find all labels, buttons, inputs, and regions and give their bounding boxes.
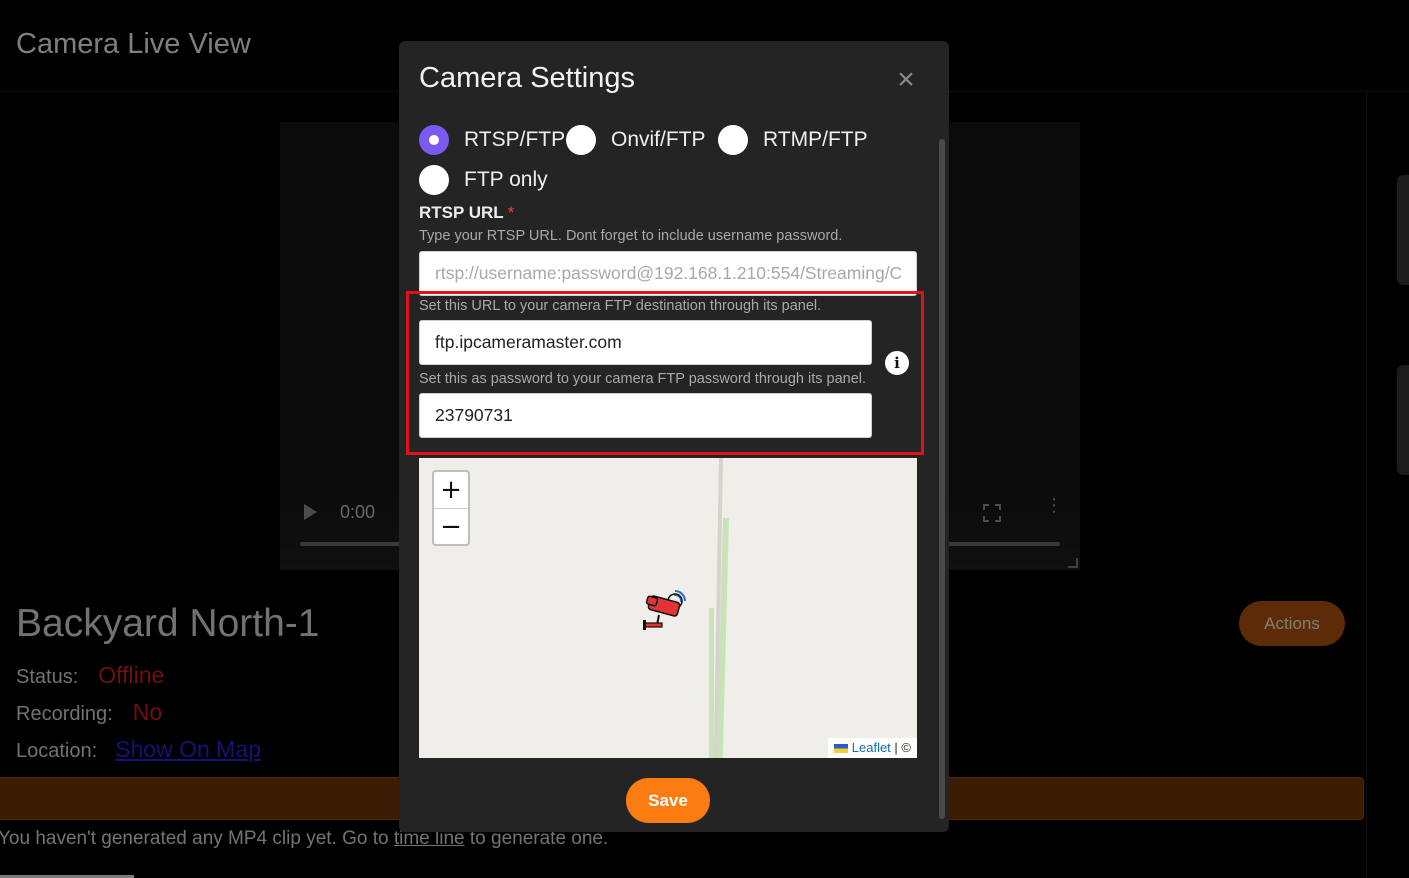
- close-icon[interactable]: ×: [892, 65, 920, 95]
- radio-label: Onvif/FTP: [611, 128, 706, 151]
- map-vegetation: [709, 608, 714, 758]
- camera-marker-icon[interactable]: [641, 585, 691, 633]
- zoom-control: + −: [432, 470, 470, 546]
- radio-onvif-ftp[interactable]: Onvif/FTP: [566, 125, 706, 155]
- required-mark: *: [507, 203, 515, 222]
- zoom-in-button[interactable]: +: [434, 472, 468, 508]
- radio-button[interactable]: [419, 125, 449, 155]
- radio-button[interactable]: [566, 125, 596, 155]
- attribution-text: | ©: [890, 740, 911, 755]
- modal-title: Camera Settings: [419, 62, 635, 94]
- radio-button[interactable]: [718, 125, 748, 155]
- radio-ftp-only[interactable]: FTP only: [419, 165, 548, 195]
- radio-button[interactable]: [419, 165, 449, 195]
- radio-rtsp-ftp[interactable]: RTSP/FTP: [419, 125, 565, 155]
- highlight-box: [406, 291, 924, 455]
- modal-scrollbar[interactable]: [939, 139, 945, 819]
- rtsp-url-label: RTSP URL *: [419, 203, 514, 223]
- radio-label: FTP only: [464, 168, 548, 191]
- radio-label: RTSP/FTP: [464, 128, 566, 151]
- rtsp-url-help: Type your RTSP URL. Dont forget to inclu…: [419, 228, 843, 244]
- radio-label: RTMP/FTP: [763, 128, 868, 151]
- zoom-out-button[interactable]: −: [434, 508, 468, 545]
- save-button[interactable]: Save: [626, 778, 710, 823]
- camera-settings-modal: Camera Settings × RTSP/FTP Onvif/FTP RTM…: [399, 41, 949, 832]
- rtsp-url-label-text: RTSP URL: [419, 203, 504, 222]
- radio-rtmp-ftp[interactable]: RTMP/FTP: [718, 125, 868, 155]
- map-attribution: Leaflet | ©: [827, 738, 917, 758]
- rtsp-url-input[interactable]: [419, 251, 917, 296]
- flag-icon: [833, 744, 848, 753]
- leaflet-link[interactable]: Leaflet: [852, 740, 891, 755]
- map-view[interactable]: + − Leaflet | ©: [419, 458, 917, 758]
